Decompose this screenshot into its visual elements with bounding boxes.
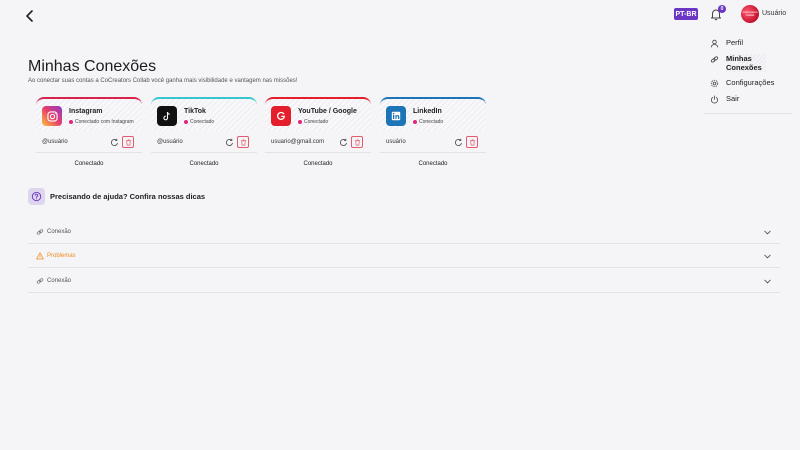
delete-button[interactable]: [237, 136, 249, 148]
chevron-down-icon[interactable]: [763, 228, 772, 237]
status-dot: [413, 120, 417, 124]
language-selector[interactable]: PT-BR: [674, 8, 698, 20]
status-text: Conectado com Instagram: [75, 119, 134, 125]
instagram-icon: [42, 106, 62, 126]
menu-item-profile[interactable]: Perfil: [704, 35, 792, 51]
connection-card-tiktok: TikTok Conectado @usuário Conectado: [151, 97, 257, 174]
handle-row: usuário: [380, 132, 486, 153]
trash-icon: [125, 139, 131, 145]
link-icon: [36, 228, 44, 235]
menu-item-connections[interactable]: Minhas Conexões: [704, 51, 792, 75]
back-arrow-icon[interactable]: [22, 8, 38, 24]
delete-button[interactable]: [351, 136, 363, 148]
user-menu: Perfil Minhas Conexões Configurações Sai…: [704, 35, 792, 114]
card-header: Instagram Conectado com Instagram: [36, 97, 142, 131]
card-header: LinkedIn Conectado: [380, 97, 486, 131]
warning-icon: [36, 251, 44, 259]
network-name: LinkedIn: [413, 108, 442, 115]
help-icon: [28, 188, 45, 205]
status-text: Conectado: [304, 119, 329, 125]
google-icon: [271, 106, 291, 126]
status-dot: [184, 120, 188, 124]
user-name[interactable]: Usuário: [762, 10, 786, 17]
menu-item-logout[interactable]: Sair: [704, 91, 792, 107]
avatar-logo-text: CoCreators Collab: [742, 10, 758, 17]
link-icon: [710, 56, 719, 63]
status-text: Conectado: [419, 119, 444, 125]
status-dot: [298, 120, 302, 124]
card-header: YouTube / Google Conectado: [265, 97, 371, 131]
user-icon: [710, 39, 719, 48]
network-name: Instagram: [69, 108, 103, 115]
accordion-item-problems[interactable]: Problemas: [28, 244, 780, 268]
accordion-label: Problemas: [47, 252, 76, 259]
link-icon: [36, 277, 44, 284]
trash-icon: [354, 139, 360, 145]
delete-button[interactable]: [122, 136, 134, 148]
connected-label: Conectado: [189, 161, 219, 167]
account-handle: @usuário: [157, 139, 183, 145]
page-title: Minhas Conexões: [28, 58, 157, 75]
connection-card-instagram: Instagram Conectado com Instagram @usuár…: [36, 97, 142, 174]
status-text: Conectado: [190, 119, 215, 125]
network-status: Conectado com Instagram: [69, 119, 134, 125]
accordion-item-connection-2[interactable]: Conexão: [28, 269, 780, 293]
menu-item-label: Perfil: [726, 38, 744, 47]
notification-badge: 0: [718, 5, 726, 13]
network-status: Conectado: [298, 119, 328, 125]
accordion-item-connection[interactable]: Conexão: [28, 220, 780, 244]
linkedin-icon: [386, 106, 406, 126]
connection-card-linkedin: LinkedIn Conectado usuário Conectado: [380, 97, 486, 174]
trash-icon: [469, 139, 475, 145]
chevron-down-icon[interactable]: [763, 252, 772, 261]
connected-label: Conectado: [418, 161, 448, 167]
card-header: TikTok Conectado: [151, 97, 257, 131]
refresh-icon[interactable]: [339, 138, 348, 147]
gear-icon: [710, 79, 719, 88]
power-icon: [710, 95, 719, 104]
network-status: Conectado: [413, 119, 443, 125]
delete-button[interactable]: [466, 136, 478, 148]
refresh-icon[interactable]: [454, 138, 463, 147]
connected-label: Conectado: [74, 161, 104, 167]
connection-card-youtube: YouTube / Google Conectado usuario@gmail…: [265, 97, 371, 174]
network-name: YouTube / Google: [298, 108, 357, 115]
connected-label: Conectado: [303, 161, 333, 167]
chevron-down-icon[interactable]: [763, 277, 772, 286]
tiktok-icon: [157, 106, 177, 126]
handle-row: @usuário: [151, 132, 257, 153]
handle-row: usuario@gmail.com: [265, 132, 371, 153]
menu-item-settings[interactable]: Configurações: [704, 75, 792, 91]
help-title: Precisando de ajuda? Confira nossas dica…: [50, 192, 206, 201]
handle-row: @usuário: [36, 132, 142, 153]
trash-icon: [240, 139, 246, 145]
account-handle: usuario@gmail.com: [271, 139, 325, 145]
account-handle: @usuário: [42, 139, 68, 145]
account-handle: usuário: [386, 139, 406, 145]
refresh-icon[interactable]: [225, 138, 234, 147]
network-name: TikTok: [184, 108, 206, 115]
menu-item-label: Configurações: [726, 78, 775, 87]
status-dot: [69, 120, 73, 124]
network-status: Conectado: [184, 119, 214, 125]
menu-item-label: Minhas Conexões: [726, 54, 766, 72]
page-subtitle: Ao conectar suas contas a CoCreators Col…: [28, 78, 298, 84]
accordion-label: Conexão: [47, 228, 72, 235]
avatar[interactable]: CoCreators Collab: [741, 5, 759, 23]
menu-item-label: Sair: [726, 94, 740, 103]
refresh-icon[interactable]: [110, 138, 119, 147]
accordion-label: Conexão: [47, 277, 72, 284]
